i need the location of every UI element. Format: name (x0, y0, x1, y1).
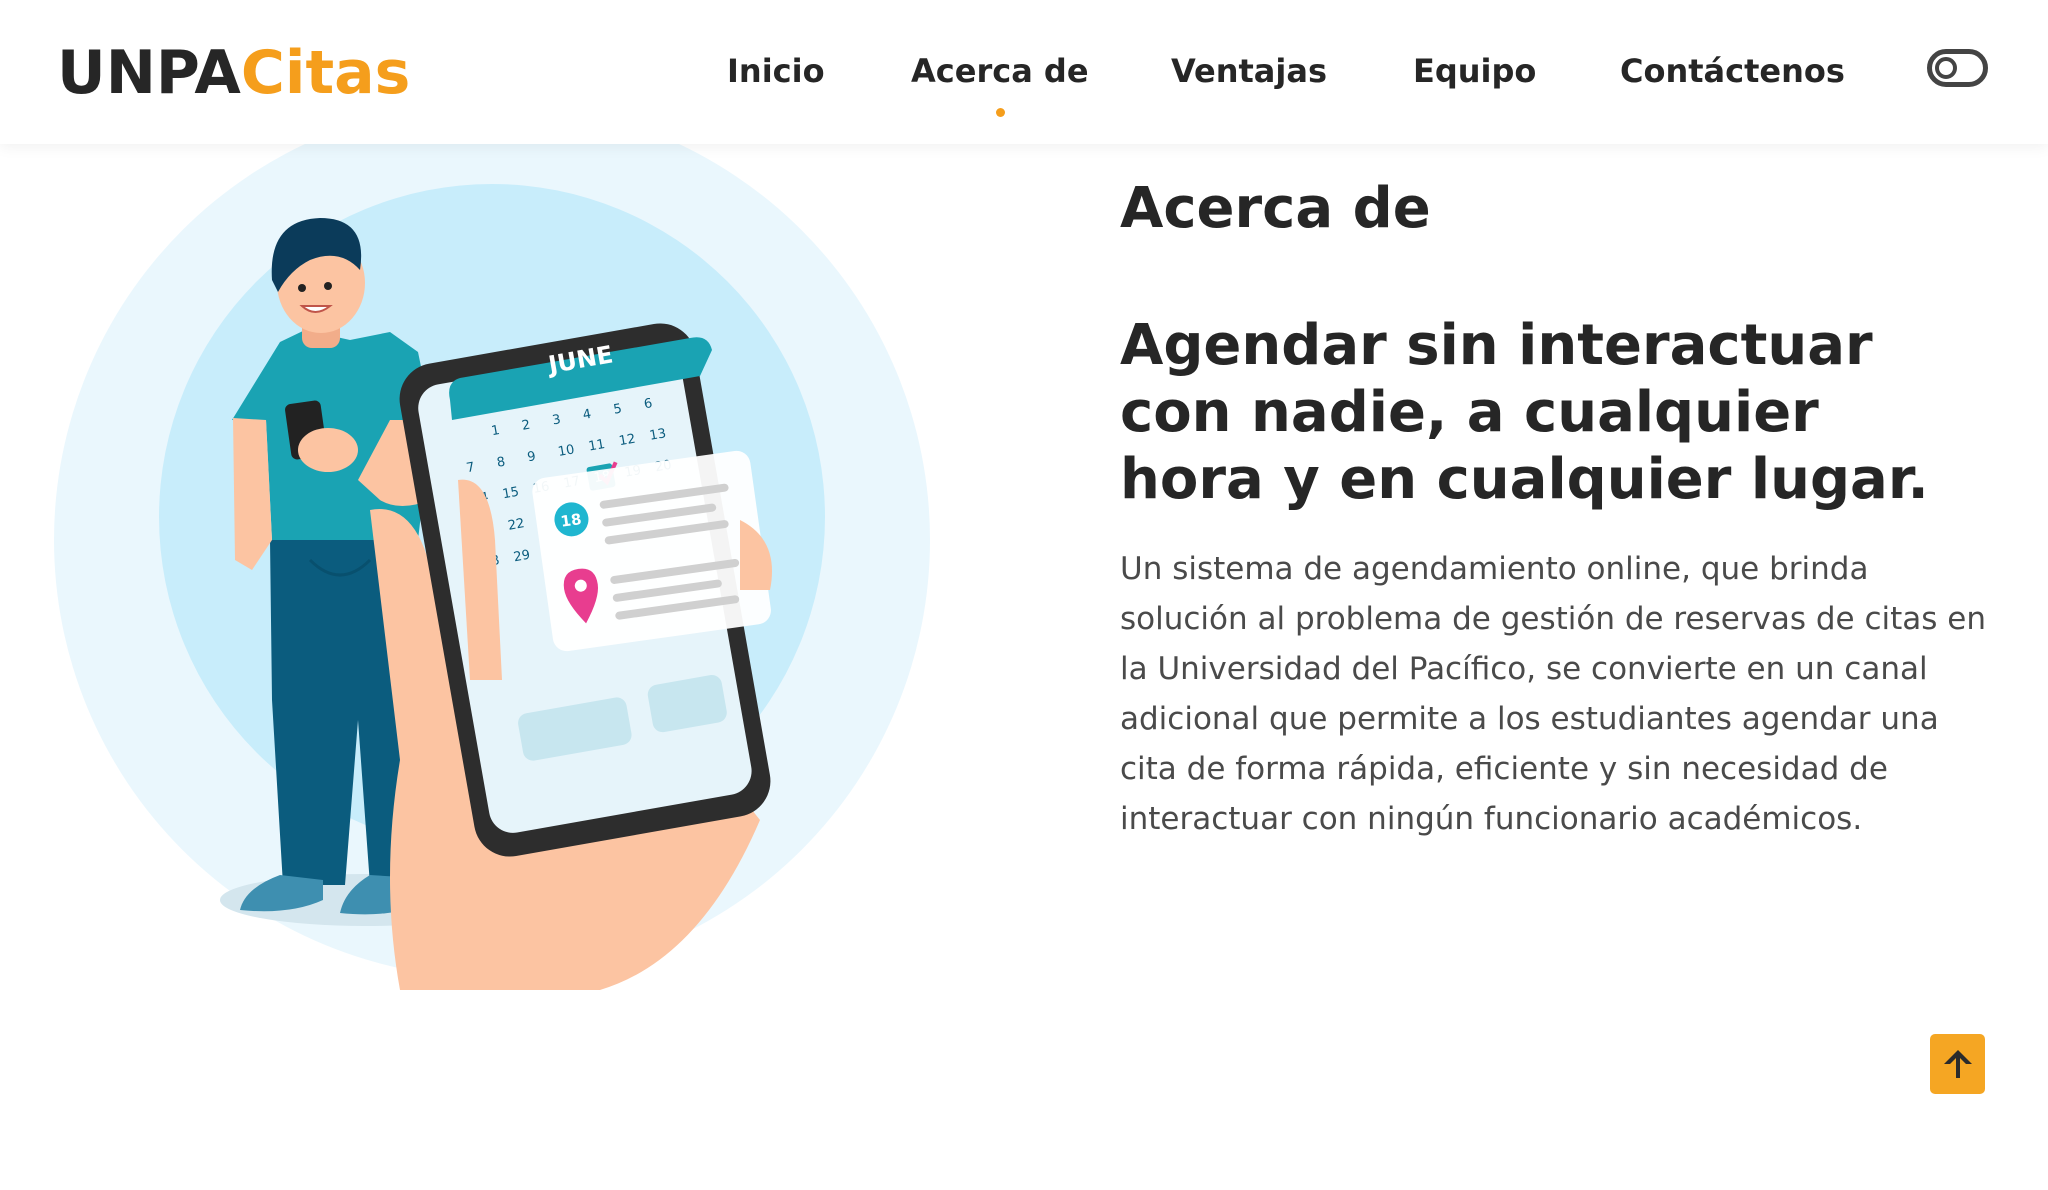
active-indicator-dot (995, 108, 1005, 117)
nav-item-contactenos[interactable]: Contáctenos (1620, 48, 1845, 94)
about-headline: Agendar sin interactuar con nadie, a cua… (1120, 313, 1929, 512)
nav-item-equipo[interactable]: Equipo (1413, 48, 1536, 94)
card-day-label: 18 (559, 510, 582, 531)
calendar-day: 13 (648, 426, 667, 444)
calendar-day: 29 (512, 548, 531, 566)
navbar: UNPACitas Inicio Acerca de Ventajas Equi… (0, 0, 2048, 144)
section-title: Acerca de (1120, 176, 1431, 241)
nav-item-acerca-de[interactable]: Acerca de (911, 48, 1089, 117)
nav-item-label: Acerca de (911, 52, 1089, 90)
calendar-booking-illustration: JUNE 1 2 3 4 5 6 7 8 9 10 11 12 13 14 15… (54, 120, 930, 990)
theme-toggle[interactable] (1927, 49, 1988, 87)
nav-item-ventajas[interactable]: Ventajas (1171, 48, 1327, 94)
nav-item-inicio[interactable]: Inicio (727, 48, 825, 94)
toggle-icon (1935, 57, 1957, 79)
appointment-card: 18 (532, 450, 771, 652)
main-nav: Inicio Acerca de Ventajas Equipo Contáct… (0, 48, 2048, 117)
calendar-day: 10 (557, 442, 576, 460)
arrow-up-icon (1943, 1050, 1972, 1078)
calendar-day: 22 (507, 516, 526, 534)
calendar-day: 12 (618, 432, 637, 450)
about-description: Un sistema de agendamiento online, que b… (1120, 551, 1987, 837)
calendar-day: 15 (501, 485, 520, 503)
scroll-to-top-button[interactable] (1930, 1034, 1985, 1094)
calendar-day: 11 (587, 437, 606, 455)
